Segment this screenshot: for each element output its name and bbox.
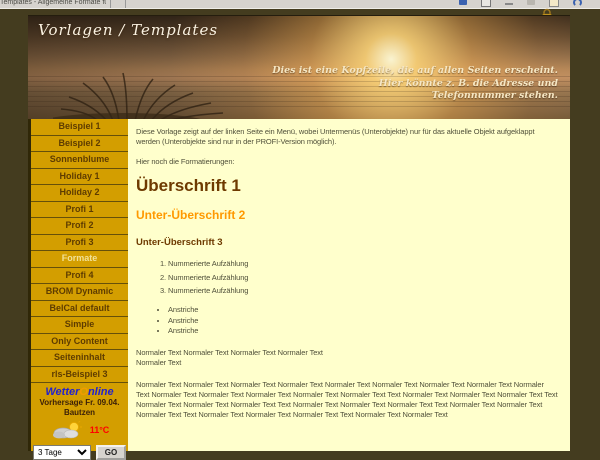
numbered-list-item: Nummerierte Aufzählung [168,286,558,296]
bullet-list: Anstriche Anstriche Anstriche [136,305,558,336]
restore-icon[interactable] [527,0,535,5]
temperature-value: 11°C [90,425,110,435]
sidebar-item-rls-beispiel-3[interactable]: rls-Beispiel 3 [31,367,128,384]
dune-grass-graphic [53,71,238,119]
browser-bar: Templates - Allgemeine Formate für Texte… [0,0,600,9]
bullet-list-item: Anstriche [168,305,558,315]
sidebar-item-seiteninhalt[interactable]: Seiteninhalt [31,350,128,367]
site-container: Vorlagen / Templates Dies ist eine Kopfz… [28,15,570,451]
forecast-range-select[interactable]: 3 Tage [33,445,91,460]
toolbar-divider [125,0,126,8]
brand-text: nline [88,386,114,398]
brand-text: Wetter [45,386,79,398]
numbered-list: Nummerierte Aufzählung Nummerierte Aufzä… [136,259,558,296]
sidebar-item-beispiel-2[interactable]: Beispiel 2 [31,136,128,153]
wetteronline-logo[interactable]: WetterOnline [31,386,128,398]
site-title: Vorlagen / Templates [38,21,218,39]
bookmark-icon[interactable] [459,0,467,5]
sidebar-item-formate[interactable]: Formate [31,251,128,268]
sidebar-item-only-content[interactable]: Only Content [31,334,128,351]
grid-icon[interactable] [481,0,491,7]
heading-2: Unter-Überschrift 2 [136,210,558,220]
sidebar-item-holiday-2[interactable]: Holiday 2 [31,185,128,202]
sidebar-item-profi-4[interactable]: Profi 4 [31,268,128,285]
heading-1: Überschrift 1 [136,181,558,191]
minimize-icon[interactable] [505,0,513,5]
sidebar-item-profi-1[interactable]: Profi 1 [31,202,128,219]
numbered-list-item: Nummerierte Aufzählung [168,259,558,269]
sidebar-item-beispiel-1[interactable]: Beispiel 1 [31,119,128,136]
sidebar-item-holiday-1[interactable]: Holiday 1 [31,169,128,186]
heading-3: Unter-Überschrift 3 [136,238,558,248]
sidebar-item-profi-3[interactable]: Profi 3 [31,235,128,252]
toolbar-divider [110,0,111,8]
weather-widget: WetterOnline Vorhersage Fr. 09.04. Bautz… [31,383,128,460]
bullet-list-item: Anstriche [168,316,558,326]
normal-text-paragraph: Normaler Text Normaler Text Normaler Tex… [136,348,558,368]
help-icon[interactable] [573,0,582,7]
sidebar-menu: Beispiel 1 Beispiel 2 Sonnenblume Holida… [28,119,128,451]
bullet-list-item: Anstriche [168,326,558,336]
tagline-line: Hier könnte z. B. die Adresse und [272,78,558,91]
normal-text-long-paragraph: Normaler Text Normaler Text Normaler Tex… [136,380,558,420]
browser-toolbar-icons [459,0,582,7]
header-banner: Vorlagen / Templates Dies ist eine Kopfz… [28,15,570,119]
page-icon[interactable] [549,0,559,7]
numbered-list-item: Nummerierte Aufzählung [168,273,558,283]
forecast-label: Vorhersage Fr. 09.04. [31,398,128,408]
tagline-line: Telefonnummer stehen. [272,90,558,103]
weather-city: Bautzen [31,408,128,418]
header-tagline: Dies ist eine Kopfzeile, die auf allen S… [272,65,558,103]
browser-tab-label[interactable]: Templates - Allgemeine Formate für Texte… [0,0,106,6]
sidebar-item-sonnenblume[interactable]: Sonnenblume [31,152,128,169]
sun-cloud-icon [50,421,84,439]
sidebar-item-belcal-default[interactable]: BelCal default [31,301,128,318]
sidebar-item-simple[interactable]: Simple [31,317,128,334]
sun-o-icon: O [79,386,88,398]
tagline-line: Dies ist eine Kopfzeile, die auf allen S… [272,65,558,78]
sidebar-item-brom-dynamic[interactable]: BROM Dynamic [31,284,128,301]
formats-label: Hier noch die Formatierungen: [136,157,558,167]
go-button[interactable]: GO [96,445,126,460]
intro-paragraph: Diese Vorlage zeigt auf der linken Seite… [136,127,558,147]
content-pane: Diese Vorlage zeigt auf der linken Seite… [128,119,570,451]
sidebar-item-profi-2[interactable]: Profi 2 [31,218,128,235]
normal-text-line: Normaler Text Normaler Text Normaler Tex… [136,348,558,358]
normal-text-line: Normaler Text [136,358,558,368]
